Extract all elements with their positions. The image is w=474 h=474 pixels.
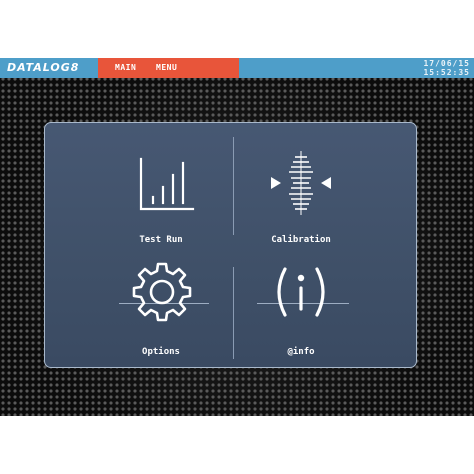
app-logo: DATALOG8 <box>7 61 80 74</box>
info-label: @info <box>287 347 315 357</box>
options-tile[interactable]: Options <box>105 255 217 363</box>
menu-bar: MAIN MENU <box>98 58 239 78</box>
gear-icon <box>132 262 192 322</box>
main-menu-panel: Test Run Calibration Options @info <box>44 122 417 368</box>
calibration-tile[interactable]: Calibration <box>241 137 361 249</box>
status-bar: DATALOG8 MAIN MENU 17/06/15 15:52:35 <box>0 58 474 78</box>
logo-area: DATALOG8 <box>0 58 98 78</box>
time-display: 15:52:35 <box>423 68 470 77</box>
calibration-icon <box>271 151 331 215</box>
menu-item-menu[interactable]: MENU <box>156 63 177 72</box>
calibration-label: Calibration <box>271 235 331 245</box>
test-run-label: Test Run <box>139 235 183 245</box>
divider-vertical-bottom <box>233 267 234 359</box>
date-display: 17/06/15 <box>423 59 470 68</box>
test-run-tile[interactable]: Test Run <box>105 137 217 249</box>
clock-area: 17/06/15 15:52:35 <box>239 58 474 78</box>
info-icon <box>277 267 325 317</box>
device-screen: DATALOG8 MAIN MENU 17/06/15 15:52:35 Tes… <box>0 58 474 416</box>
divider-vertical-top <box>233 137 234 235</box>
info-tile[interactable]: @info <box>241 255 361 363</box>
options-label: Options <box>142 347 180 357</box>
menu-item-main[interactable]: MAIN <box>115 63 136 72</box>
screenshot-canvas: { "topbar": { "logo": "DATALOG8", "menu"… <box>0 0 474 474</box>
bar-chart-icon <box>139 157 195 211</box>
